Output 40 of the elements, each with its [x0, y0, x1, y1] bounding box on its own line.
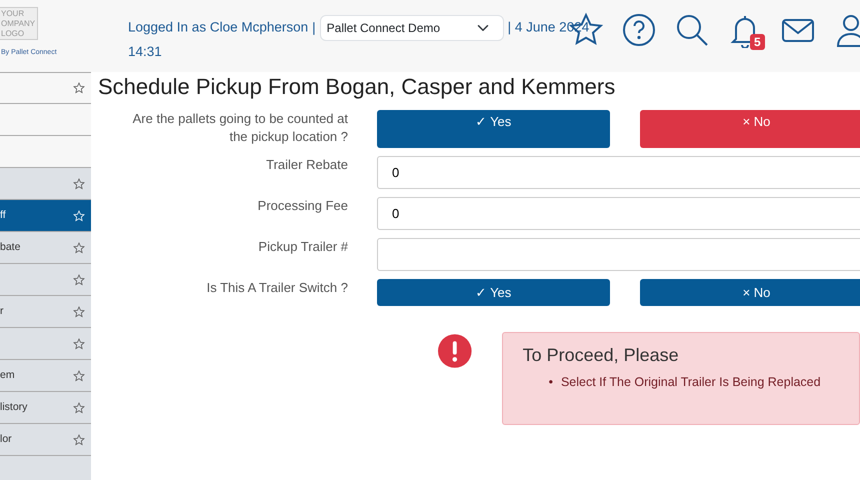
bullet: •: [548, 374, 553, 391]
page-title: Schedule Pickup From Bogan, Casper and Kemmers: [98, 74, 616, 100]
field-label: Trailer Rebate: [265, 156, 348, 174]
star-icon[interactable]: [73, 306, 85, 318]
field-label: Pickup Trailer #: [257, 238, 348, 256]
input-field[interactable]: 0: [377, 156, 860, 190]
star-icon[interactable]: [73, 402, 85, 414]
help-icon[interactable]: [621, 12, 657, 48]
company-select[interactable]: Pallet Connect Demo: [320, 15, 504, 41]
star-icon[interactable]: [73, 434, 85, 446]
star-icon[interactable]: [73, 242, 85, 254]
field-label: Is This A Trailer Switch ?: [206, 279, 348, 298]
input-field[interactable]: 0: [377, 197, 860, 230]
search-icon[interactable]: [674, 12, 710, 48]
star-icon[interactable]: [73, 338, 85, 350]
error-icon: [438, 332, 472, 370]
sidebar-item[interactable]: listory: [0, 392, 91, 424]
star-icon[interactable]: [73, 82, 85, 94]
no-button[interactable]: × No: [640, 279, 860, 306]
company-logo: YOUR OMPANY LOGO: [0, 7, 38, 40]
alert-title: To Proceed, Please: [522, 345, 680, 367]
alert-item: Select If The Original Trailer Is Being Replaced: [560, 374, 821, 391]
sidebar-item[interactable]: r: [0, 296, 91, 328]
yes-button[interactable]: ✓ Yes: [377, 279, 610, 306]
sidebar-item[interactable]: lor: [0, 424, 91, 456]
notification-badge: 5: [750, 34, 765, 50]
yes-button[interactable]: ✓ Yes: [377, 110, 610, 148]
sidebar-item[interactable]: bate: [0, 232, 91, 264]
sidebar-item[interactable]: ff: [0, 200, 91, 232]
field-label: Processing Fee: [256, 197, 348, 216]
no-button[interactable]: × No: [640, 110, 860, 148]
logged-in-text: Logged In as Cloe Mcpherson: [128, 20, 308, 35]
sidebar-item[interactable]: em: [0, 360, 91, 392]
star-icon[interactable]: [73, 370, 85, 382]
time-text: 14:31: [128, 44, 162, 59]
star-icon[interactable]: [73, 274, 85, 286]
field-label: Are the pallets going to be counted at the pickup location ?: [132, 110, 348, 146]
star-icon[interactable]: [73, 178, 85, 190]
separator: |: [312, 20, 316, 35]
input-field[interactable]: [377, 238, 860, 272]
